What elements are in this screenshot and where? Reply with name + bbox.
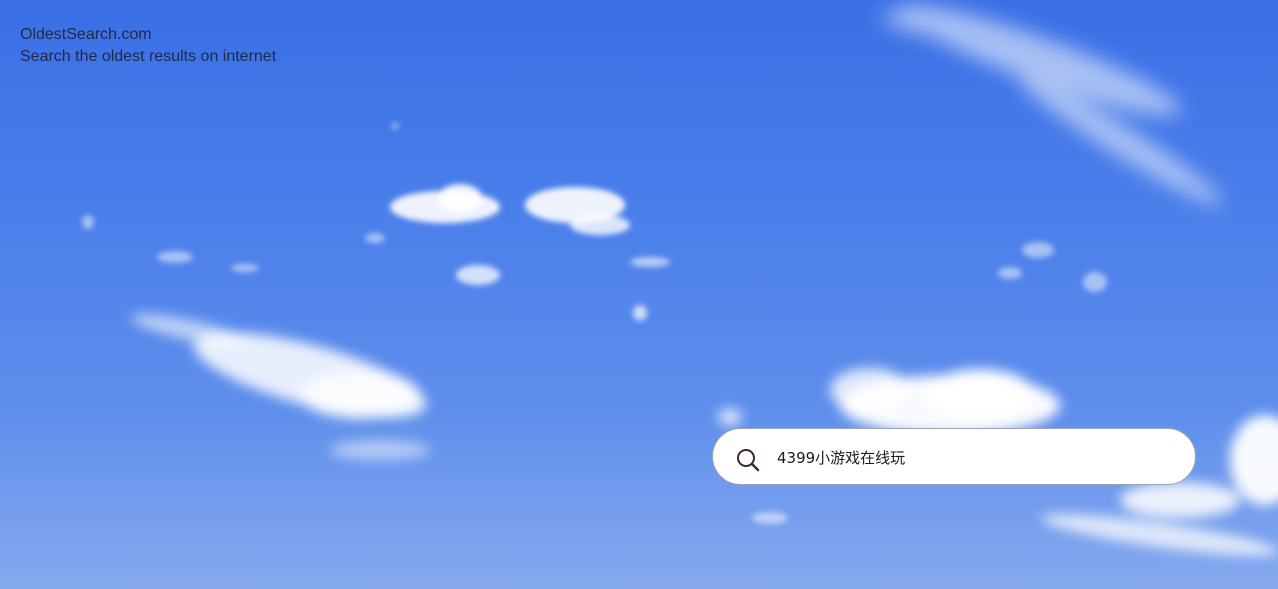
site-tagline: Search the oldest results on internet (20, 48, 277, 65)
site-name: OldestSearch.com (20, 26, 152, 43)
cloud-left-large (131, 314, 430, 460)
search-bar[interactable] (712, 428, 1196, 485)
brand-block: OldestSearch.com Search the oldest resul… (20, 24, 276, 68)
cloud-center-right (718, 368, 1060, 435)
cloud-wisp-top-right (881, 4, 1223, 205)
cloud-puffs-center (390, 184, 670, 321)
search-icon[interactable] (735, 447, 761, 473)
clouds-illustration (82, 4, 1278, 556)
sky-background (0, 0, 1278, 589)
search-input[interactable] (777, 443, 1177, 471)
